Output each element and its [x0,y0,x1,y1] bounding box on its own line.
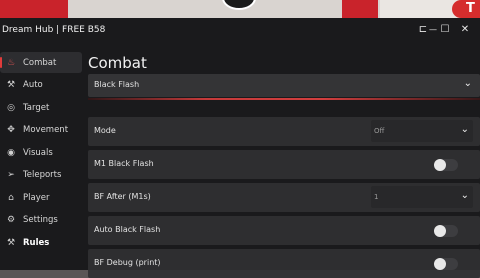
toggle-knob [434,225,446,237]
window-title: Dream Hub | FREE B58 [2,25,106,35]
eye-icon: ◉ [7,147,15,158]
mode-label: Mode [94,126,116,135]
sidebar-item-label: Movement [23,125,69,135]
toggle-knob [434,159,446,171]
game-background-red-block [0,0,68,18]
m1-black-flash-label: M1 Black Flash [94,159,154,168]
sidebar-item-settings[interactable]: ⚙ Settings [0,210,84,231]
sidebar-item-target[interactable]: ◎ Target [0,97,84,118]
sidebar-item-label: Visuals [23,147,53,158]
mode-dropdown[interactable]: Off ⌄ [371,120,473,142]
game-hud-badge: T [452,0,480,18]
active-indicator [0,57,2,68]
auto-black-flash-row: Auto Black Flash [88,216,480,245]
home-icon: ⌂ [8,192,14,203]
sidebar-item-movement[interactable]: ✥ Movement [0,120,84,141]
maximize-icon[interactable]: ☐ [439,24,451,36]
sidebar-item-combat[interactable]: ♨ Combat [0,52,82,73]
titlebar[interactable]: Dream Hub | FREE B58 ⊏ — ☐ ✕ [0,18,480,44]
black-flash-section-header[interactable]: Black Flash ⌄ [88,74,480,97]
chevron-down-icon: ⌄ [463,78,472,89]
bf-after-selected-value: 1 [374,193,379,201]
sidebar-item-teleports[interactable]: ➢ Teleports [0,165,84,186]
hammer-icon: ⚒ [6,237,16,248]
sidebar: ♨ Combat ⚒ Auto ◎ Target ✥ Movement ◉ Vi… [0,52,84,255]
sidebar-item-label: Combat [23,57,57,68]
bf-debug-label: BF Debug (print) [94,258,161,267]
flame-icon: ♨ [6,57,16,68]
close-icon[interactable]: ✕ [459,24,471,36]
sidebar-item-label: Auto [23,80,43,90]
wand-icon: ⚒ [6,80,16,90]
send-icon: ➢ [7,170,15,180]
minimize-icon[interactable]: — [427,24,439,36]
game-background-red-pillar [342,0,378,18]
bf-after-row: BF After (M1s) 1 ⌄ [88,183,480,212]
sidebar-item-label: Settings [23,215,58,225]
m1-black-flash-toggle[interactable] [434,159,458,171]
move-icon: ✥ [7,125,15,135]
sidebar-item-rules[interactable]: ⚒ Rules [0,232,84,253]
sidebar-item-label: Player [23,192,50,203]
bf-after-dropdown[interactable]: 1 ⌄ [371,186,473,208]
auto-black-flash-toggle[interactable] [434,225,458,237]
accent-divider [88,98,480,100]
section-header-label: Black Flash [94,80,140,89]
wrench-icon: ⚙ [6,215,16,225]
sidebar-item-label: Teleports [23,170,62,180]
sidebar-item-visuals[interactable]: ◉ Visuals [0,142,84,163]
m1-black-flash-row: M1 Black Flash [88,150,480,179]
toggle-knob [434,258,446,270]
target-icon: ◎ [7,102,15,113]
sidebar-item-label: Rules [23,237,50,248]
sidebar-item-auto[interactable]: ⚒ Auto [0,75,84,96]
mode-selected-value: Off [374,127,385,135]
page-title: Combat [88,54,147,72]
hub-window: Dream Hub | FREE B58 ⊏ — ☐ ✕ ♨ Combat ⚒ … [0,18,480,278]
sidebar-item-player[interactable]: ⌂ Player [0,187,84,208]
sidebar-item-label: Target [23,102,50,113]
chevron-down-icon: ⌄ [460,124,469,135]
auto-black-flash-label: Auto Black Flash [94,225,161,234]
bf-debug-toggle[interactable] [434,258,458,270]
bf-debug-row: BF Debug (print) [88,249,480,278]
chevron-down-icon: ⌄ [460,190,469,201]
bf-after-label: BF After (M1s) [94,192,151,201]
mode-row: Mode Off ⌄ [88,117,480,146]
